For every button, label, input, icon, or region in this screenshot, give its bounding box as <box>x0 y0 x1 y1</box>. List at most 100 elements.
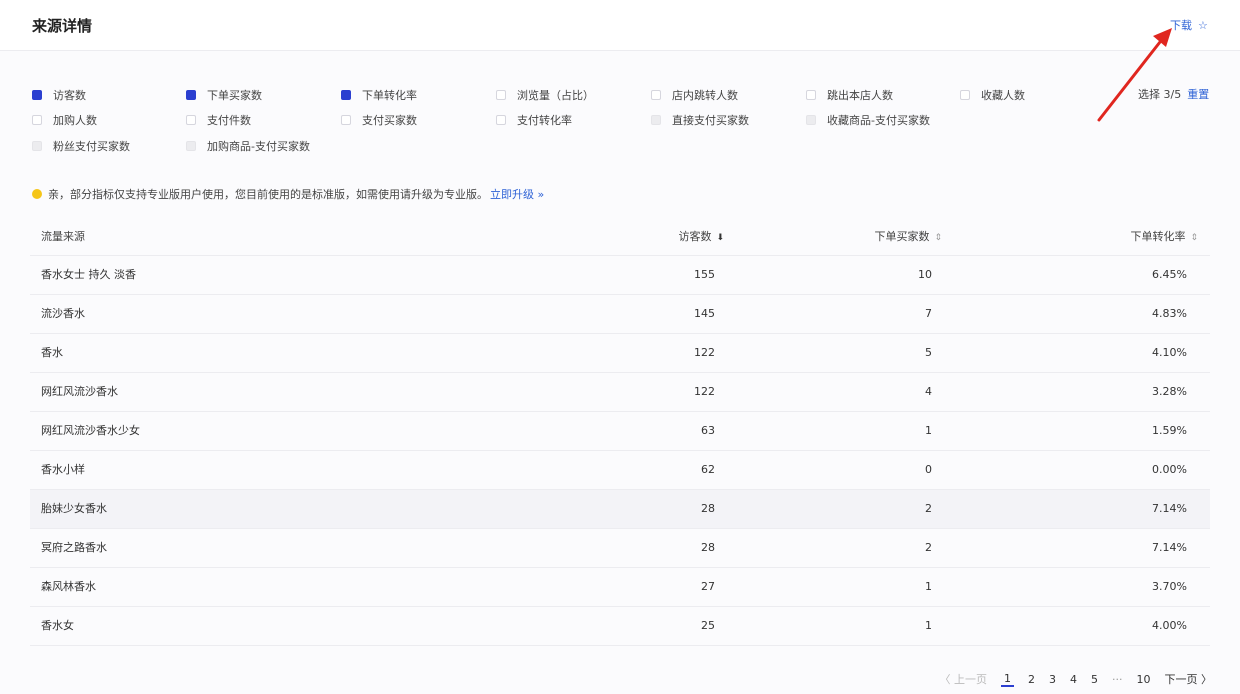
metric-label: 收藏商品-支付买家数 <box>827 114 930 127</box>
cell-orders: 0 <box>925 463 932 476</box>
cell-orders: 2 <box>925 502 932 515</box>
metric-label: 下单转化率 <box>362 89 417 102</box>
table-row[interactable]: 胎妹少女香水 28 2 7.14% <box>30 490 1210 529</box>
checkbox-icon[interactable] <box>32 115 42 125</box>
cell-orders: 1 <box>925 580 932 593</box>
metric-checkbox[interactable]: 加购人数 <box>32 112 97 128</box>
cell-rate: 7.14% <box>1152 502 1187 515</box>
metric-checkbox[interactable]: 收藏人数 <box>960 87 1025 103</box>
metric-label: 浏览量（占比） <box>517 89 594 102</box>
checkbox-icon[interactable] <box>341 115 351 125</box>
download-button[interactable]: 下载 ☆ <box>1170 17 1208 33</box>
table-row[interactable]: 香水 122 5 4.10% <box>30 334 1210 373</box>
column-header-visitors[interactable]: 访客数 ⬇ <box>678 218 724 257</box>
pagination-ellipsis: ··· <box>1112 672 1123 686</box>
metric-label: 跳出本店人数 <box>827 89 893 102</box>
metric-checkbox[interactable]: 支付转化率 <box>496 112 572 128</box>
sort-icon[interactable]: ⇕ <box>934 233 942 243</box>
cell-visitors: 122 <box>694 385 715 398</box>
table-row[interactable]: 网红风流沙香水 122 4 3.28% <box>30 373 1210 412</box>
checkbox-icon[interactable] <box>806 90 816 100</box>
checkbox-icon[interactable] <box>32 90 42 100</box>
column-header-source: 流量来源 <box>41 230 85 243</box>
table-row[interactable]: 网红风流沙香水少女 63 1 1.59% <box>30 412 1210 451</box>
cell-orders: 2 <box>925 541 932 554</box>
page-title: 来源详情 <box>32 17 93 35</box>
metric-checkbox[interactable]: 下单买家数 <box>186 87 262 103</box>
metric-label: 支付买家数 <box>362 114 417 127</box>
table-row[interactable]: 冥府之路香水 28 2 7.14% <box>30 529 1210 568</box>
cell-rate: 1.59% <box>1152 424 1187 437</box>
metric-checkbox[interactable]: 下单转化率 <box>341 87 417 103</box>
selection-counter: 选择 3/5 重置 <box>1138 86 1209 102</box>
cell-orders: 1 <box>925 424 932 437</box>
metric-checkbox: 收藏商品-支付买家数 <box>806 112 930 128</box>
cell-rate: 0.00% <box>1152 463 1187 476</box>
upgrade-notice: 亲，部分指标仅支持专业版用户使用，您目前使用的是标准版，如需使用请升级为专业版。… <box>32 186 544 202</box>
cell-visitors: 28 <box>701 541 715 554</box>
column-label: 下单转化率 <box>1130 230 1186 243</box>
table-row[interactable]: 香水女 25 1 4.00% <box>30 607 1210 646</box>
sort-desc-icon[interactable]: ⬇ <box>716 233 724 243</box>
cell-visitors: 155 <box>694 268 715 281</box>
cell-orders: 10 <box>918 268 932 281</box>
cell-rate: 4.83% <box>1152 307 1187 320</box>
page-button[interactable]: 4 <box>1070 673 1077 686</box>
metric-checkbox[interactable]: 店内跳转人数 <box>651 87 738 103</box>
cell-source: 流沙香水 <box>41 307 85 320</box>
metric-label: 支付转化率 <box>517 114 572 127</box>
metric-label: 直接支付买家数 <box>672 114 749 127</box>
table-row[interactable]: 香水女士 持久 淡香 155 10 6.45% <box>30 256 1210 295</box>
table-row[interactable]: 香水小样 62 0 0.00% <box>30 451 1210 490</box>
checkbox-disabled-icon <box>806 115 816 125</box>
metric-checkbox[interactable]: 浏览量（占比） <box>496 87 594 103</box>
metric-checkbox[interactable]: 支付件数 <box>186 112 251 128</box>
cell-source: 香水女 <box>41 619 74 632</box>
page-button[interactable]: 5 <box>1091 673 1098 686</box>
checkbox-icon[interactable] <box>186 90 196 100</box>
page-button-last[interactable]: 10 <box>1137 673 1151 686</box>
metric-label: 收藏人数 <box>981 89 1025 102</box>
column-header-orders[interactable]: 下单买家数 ⇕ <box>874 218 942 257</box>
prev-page-button[interactable]: 〈 上一页 <box>940 671 988 687</box>
checkbox-icon[interactable] <box>186 115 196 125</box>
metric-label: 店内跳转人数 <box>672 89 738 102</box>
metric-checkbox[interactable]: 访客数 <box>32 87 86 103</box>
source-table: 流量来源 访客数 ⬇ 下单买家数 ⇕ 下单转化率 ⇕ 香水女士 持久 淡香 155 1… <box>30 218 1210 646</box>
column-header-rate[interactable]: 下单转化率 ⇕ <box>1130 218 1198 257</box>
reset-button[interactable]: 重置 <box>1187 88 1209 101</box>
cell-rate: 4.00% <box>1152 619 1187 632</box>
checkbox-icon[interactable] <box>496 90 506 100</box>
page-button[interactable]: 2 <box>1028 673 1035 686</box>
page-header: 来源详情 下载 ☆ <box>0 0 1240 51</box>
notice-dot-icon <box>32 189 42 199</box>
metric-label: 下单买家数 <box>207 89 262 102</box>
checkbox-icon[interactable] <box>341 90 351 100</box>
cell-source: 冥府之路香水 <box>41 541 107 554</box>
checkbox-icon[interactable] <box>496 115 506 125</box>
table-header: 流量来源 访客数 ⬇ 下单买家数 ⇕ 下单转化率 ⇕ <box>30 218 1210 256</box>
selection-count-text: 选择 3/5 <box>1138 88 1182 101</box>
cell-rate: 3.28% <box>1152 385 1187 398</box>
cell-rate: 7.14% <box>1152 541 1187 554</box>
metric-label: 支付件数 <box>207 114 251 127</box>
page-button-current[interactable]: 1 <box>1001 672 1014 687</box>
table-row[interactable]: 流沙香水 145 7 4.83% <box>30 295 1210 334</box>
cell-rate: 4.10% <box>1152 346 1187 359</box>
checkbox-icon[interactable] <box>651 90 661 100</box>
cell-source: 网红风流沙香水 <box>41 385 118 398</box>
notice-text: 亲，部分指标仅支持专业版用户使用，您目前使用的是标准版，如需使用请升级为专业版。 <box>48 188 488 201</box>
checkbox-icon[interactable] <box>960 90 970 100</box>
next-page-button[interactable]: 下一页 〉 <box>1165 671 1213 687</box>
metric-label: 加购商品-支付买家数 <box>207 140 310 153</box>
metric-checkbox[interactable]: 支付买家数 <box>341 112 417 128</box>
upgrade-link[interactable]: 立即升级 » <box>490 186 544 202</box>
column-label: 下单买家数 <box>874 230 930 243</box>
table-row[interactable]: 森风林香水 27 1 3.70% <box>30 568 1210 607</box>
column-label: 访客数 <box>678 230 712 243</box>
checkbox-disabled-icon <box>32 141 42 151</box>
sort-icon[interactable]: ⇕ <box>1190 233 1198 243</box>
page-button[interactable]: 3 <box>1049 673 1056 686</box>
metric-checkbox[interactable]: 跳出本店人数 <box>806 87 893 103</box>
cell-source: 香水小样 <box>41 463 85 476</box>
